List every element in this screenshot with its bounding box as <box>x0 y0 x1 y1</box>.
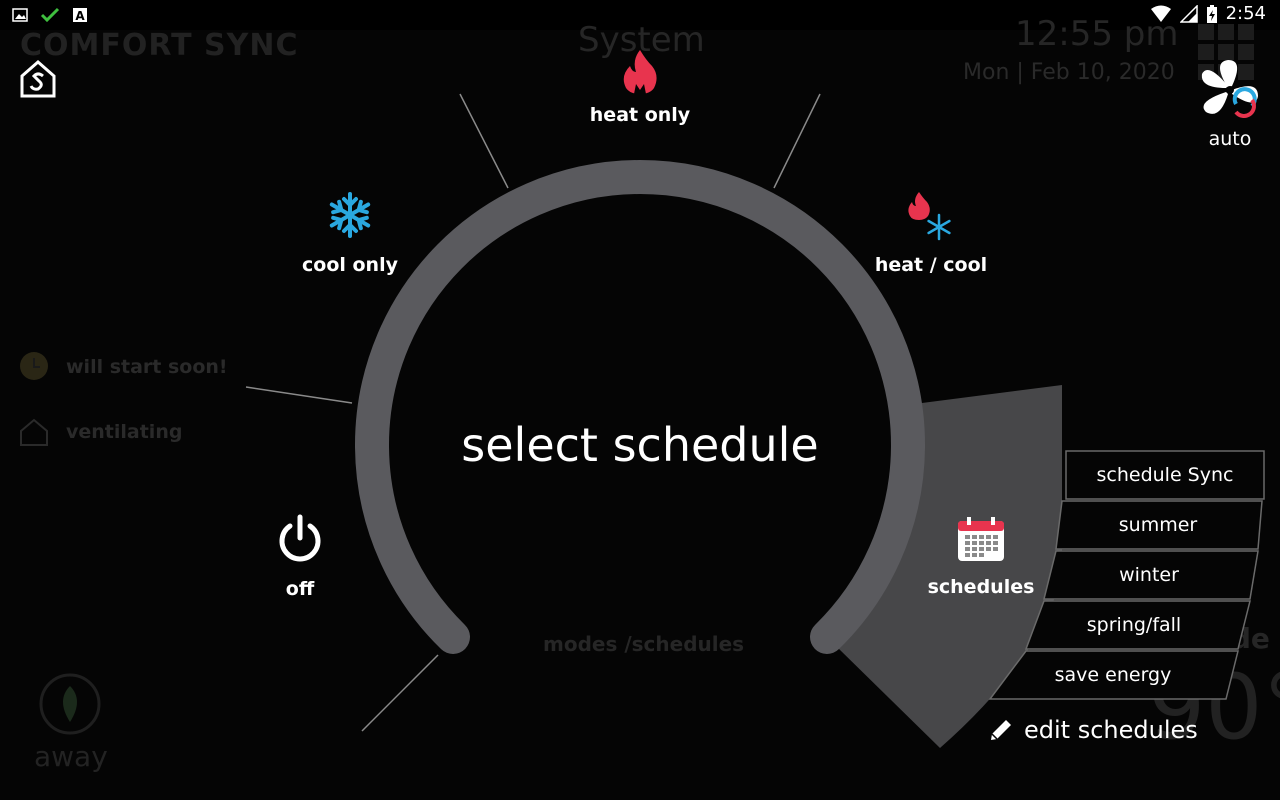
mode-cool-only[interactable]: cool only <box>270 190 430 276</box>
schedule-item[interactable]: spring/fall <box>1028 603 1240 647</box>
mode-heat-cool[interactable]: heat / cool <box>850 190 1012 276</box>
dial-center-title: select schedule <box>461 418 819 472</box>
fan-mode-button[interactable] <box>1198 58 1262 126</box>
edit-schedules-label: edit schedules <box>1024 716 1198 744</box>
mode-cool-only-label: cool only <box>302 254 398 276</box>
mode-off-label: off <box>285 578 315 600</box>
edit-schedules-button[interactable]: edit schedules <box>988 716 1198 744</box>
power-icon <box>279 514 321 562</box>
schedule-item[interactable]: winter <box>1046 553 1252 597</box>
heat-cool-icon <box>908 192 951 241</box>
dial-track <box>355 160 925 654</box>
pencil-icon <box>991 720 1011 740</box>
schedule-item[interactable]: summer <box>1058 503 1258 547</box>
fan-icon <box>1201 60 1258 118</box>
flame-icon <box>623 50 657 94</box>
schedule-item[interactable]: save energy <box>994 653 1232 697</box>
mode-off[interactable]: off <box>240 514 360 600</box>
schedule-item[interactable]: schedule Sync <box>1066 453 1264 497</box>
mode-heat-cool-label: heat / cool <box>874 254 988 276</box>
fan-mode-label: auto <box>1208 128 1252 150</box>
mode-heat-only-label: heat only <box>589 104 691 126</box>
snowflake-icon <box>329 192 371 238</box>
mode-heat-only[interactable]: heat only <box>560 48 720 126</box>
